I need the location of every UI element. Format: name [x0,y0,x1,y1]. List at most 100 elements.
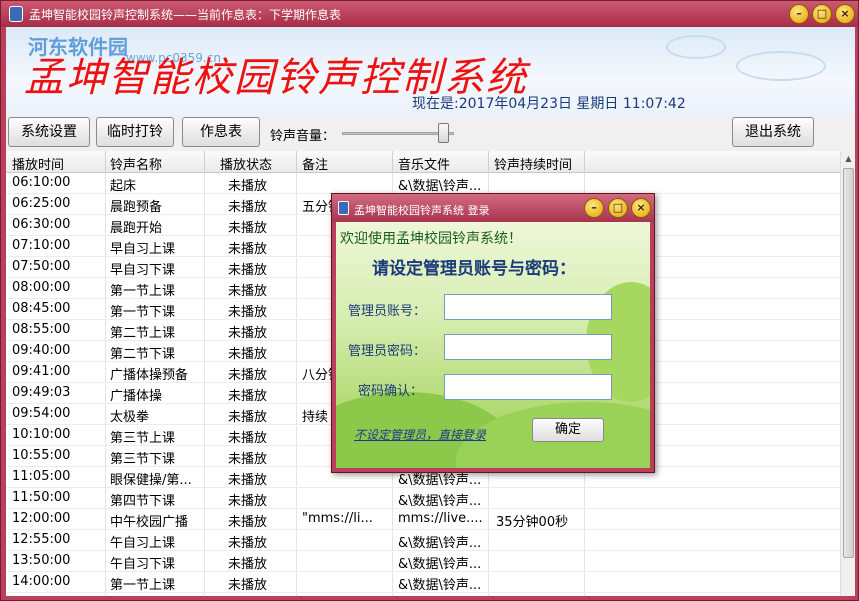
account-field[interactable] [444,294,612,320]
table-cell: 08:55:00 [12,322,71,337]
table-cell: &\数据\铃声... [398,494,482,509]
table-cell: 晨跑预备 [110,200,163,215]
table-cell: 未播放 [228,368,268,383]
table-header: 播放时间 铃声名称 播放状态 备注 音乐文件 铃声持续时间 [6,151,840,173]
table-row[interactable]: 06:10:00 起床 未播放 &\数据\铃声... [6,173,840,194]
account-label: 管理员账号： [348,304,427,319]
table-cell: 35分钟00秒 [496,515,569,530]
table-cell: 晨跑开始 [110,221,163,236]
vertical-scrollbar[interactable]: ▲ [840,151,855,596]
minimize-icon[interactable]: – [584,198,604,218]
column-header[interactable]: 铃声名称 [110,154,162,173]
password-label: 管理员密码： [348,344,427,359]
dialog-heading: 请设定管理员账号与密码： [372,259,576,279]
close-icon[interactable]: × [835,4,855,24]
table-cell: &\数据\铃声... [398,578,482,593]
table-cell: &\数据\铃声... [398,557,482,572]
table-cell: 未播放 [228,515,268,530]
table-cell: 06:10:00 [12,175,71,190]
table-cell: 早自习上课 [110,242,176,257]
table-row[interactable]: 14:00:00 第一节上课 未播放 &\数据\铃声... [6,572,840,593]
maximize-icon[interactable]: □ [812,4,832,24]
decor-swirl [736,51,826,81]
table-cell: 未播放 [228,494,268,509]
maximize-icon[interactable]: □ [608,198,628,218]
table-row[interactable]: 11:50:00 第四节下课 未播放 &\数据\铃声... [6,488,840,509]
table-cell: 14:00:00 [12,574,71,589]
table-cell: 06:30:00 [12,217,71,232]
table-cell: 07:50:00 [12,259,71,274]
window-title: 孟坤智能校园铃声控制系统——当前作息表：下学期作息表 [29,8,342,22]
table-cell: 未播放 [228,557,268,572]
column-header[interactable]: 铃声持续时间 [494,154,572,173]
column-header[interactable]: 音乐文件 [398,154,450,173]
table-cell: 08:00:00 [12,280,71,295]
column-header[interactable]: 播放状态 [220,154,272,173]
table-cell: &\数据\铃声... [398,536,482,551]
table-cell: mms://live.... [398,511,483,526]
password-field[interactable] [444,334,612,360]
confirm-password-field[interactable] [444,374,612,400]
scrollbar-thumb[interactable] [843,168,854,558]
table-cell: 07:10:00 [12,238,71,253]
table-row[interactable]: 13:50:00 午自习下课 未播放 &\数据\铃声... [6,551,840,572]
dialog-title-bar[interactable]: 孟坤智能校园铃声系统 登录 – □ × [332,194,654,222]
column-header[interactable]: 播放时间 [12,154,64,173]
table-cell: 11:05:00 [12,469,71,484]
table-cell: 午自习下课 [110,557,176,572]
dialog-body: 欢迎使用孟坤校园铃声系统！ 请设定管理员账号与密码： 管理员账号： 管理员密码：… [336,222,650,468]
ok-button[interactable]: 确定 [532,418,604,442]
table-cell: 未播放 [228,473,268,488]
table-row[interactable]: 12:55:00 午自习上课 未播放 &\数据\铃声... [6,530,840,551]
header-banner: 河东软件园 www.pc0359.cn 孟坤智能校园铃声控制系统 现在是:201… [6,27,855,115]
column-header[interactable]: 备注 [302,154,328,173]
login-dialog: 孟坤智能校园铃声系统 登录 – □ × 欢迎使用孟坤校园铃声系统！ 请设定管理员… [331,193,655,473]
table-cell: 10:10:00 [12,427,71,442]
table-cell: "mms://li... [302,511,373,526]
scroll-up-icon[interactable]: ▲ [842,151,855,167]
table-cell: 13:50:00 [12,553,71,568]
table-cell: 持续 [302,410,329,425]
volume-slider-thumb[interactable] [437,123,449,143]
table-cell: 未播放 [228,347,268,362]
table-cell: 未播放 [228,410,268,425]
table-cell: 第二节下课 [110,347,176,362]
table-cell: 未播放 [228,305,268,320]
table-cell: 未播放 [228,263,268,278]
table-cell: 广播体操预备 [110,368,189,383]
table-cell: 中午校园广播 [110,515,189,530]
skip-admin-link[interactable]: 不设定管理员，直接登录 [354,426,486,443]
settings-button[interactable]: 系统设置 [8,117,90,147]
volume-label: 铃声音量： [270,129,336,144]
table-cell: 06:25:00 [12,196,71,211]
table-cell: 第一节下课 [110,305,176,320]
table-cell: 第三节上课 [110,431,176,446]
table-cell: 09:40:00 [12,343,71,358]
table-cell: 未播放 [228,326,268,341]
table-cell: 10:55:00 [12,448,71,463]
table-cell: 未播放 [228,389,268,404]
toolbar: 系统设置 临时打铃 作息表 铃声音量： 退出系统 [6,115,855,151]
table-cell: 午自习上课 [110,536,176,551]
temp-ring-button[interactable]: 临时打铃 [96,117,174,147]
confirm-password-label: 密码确认： [358,384,424,399]
table-cell: 眼保健操/第... [110,473,192,488]
minimize-icon[interactable]: – [789,4,809,24]
table-row[interactable]: 12:00:00 中午校园广播 未播放 "mms://li... mms://live.… [6,509,840,530]
current-time: 现在是:2017年04月23日 星期日 11:07:42 [412,96,686,112]
app-icon [338,201,349,215]
table-cell: 12:00:00 [12,511,71,526]
table-cell: 未播放 [228,431,268,446]
table-cell: &\数据\铃声... [398,179,482,194]
table-cell: 未播放 [228,452,268,467]
table-cell: 09:54:00 [12,406,71,421]
table-cell: 09:49:03 [12,385,71,400]
table-cell: 08:45:00 [12,301,71,316]
close-icon[interactable]: × [631,198,651,218]
exit-button[interactable]: 退出系统 [732,117,814,147]
table-cell: 早自习下课 [110,263,176,278]
table-cell: 未播放 [228,242,268,257]
title-bar[interactable]: 孟坤智能校园铃声控制系统——当前作息表：下学期作息表 – □ × [1,1,858,27]
schedule-button[interactable]: 作息表 [182,117,260,147]
table-cell: 太极拳 [110,410,150,425]
